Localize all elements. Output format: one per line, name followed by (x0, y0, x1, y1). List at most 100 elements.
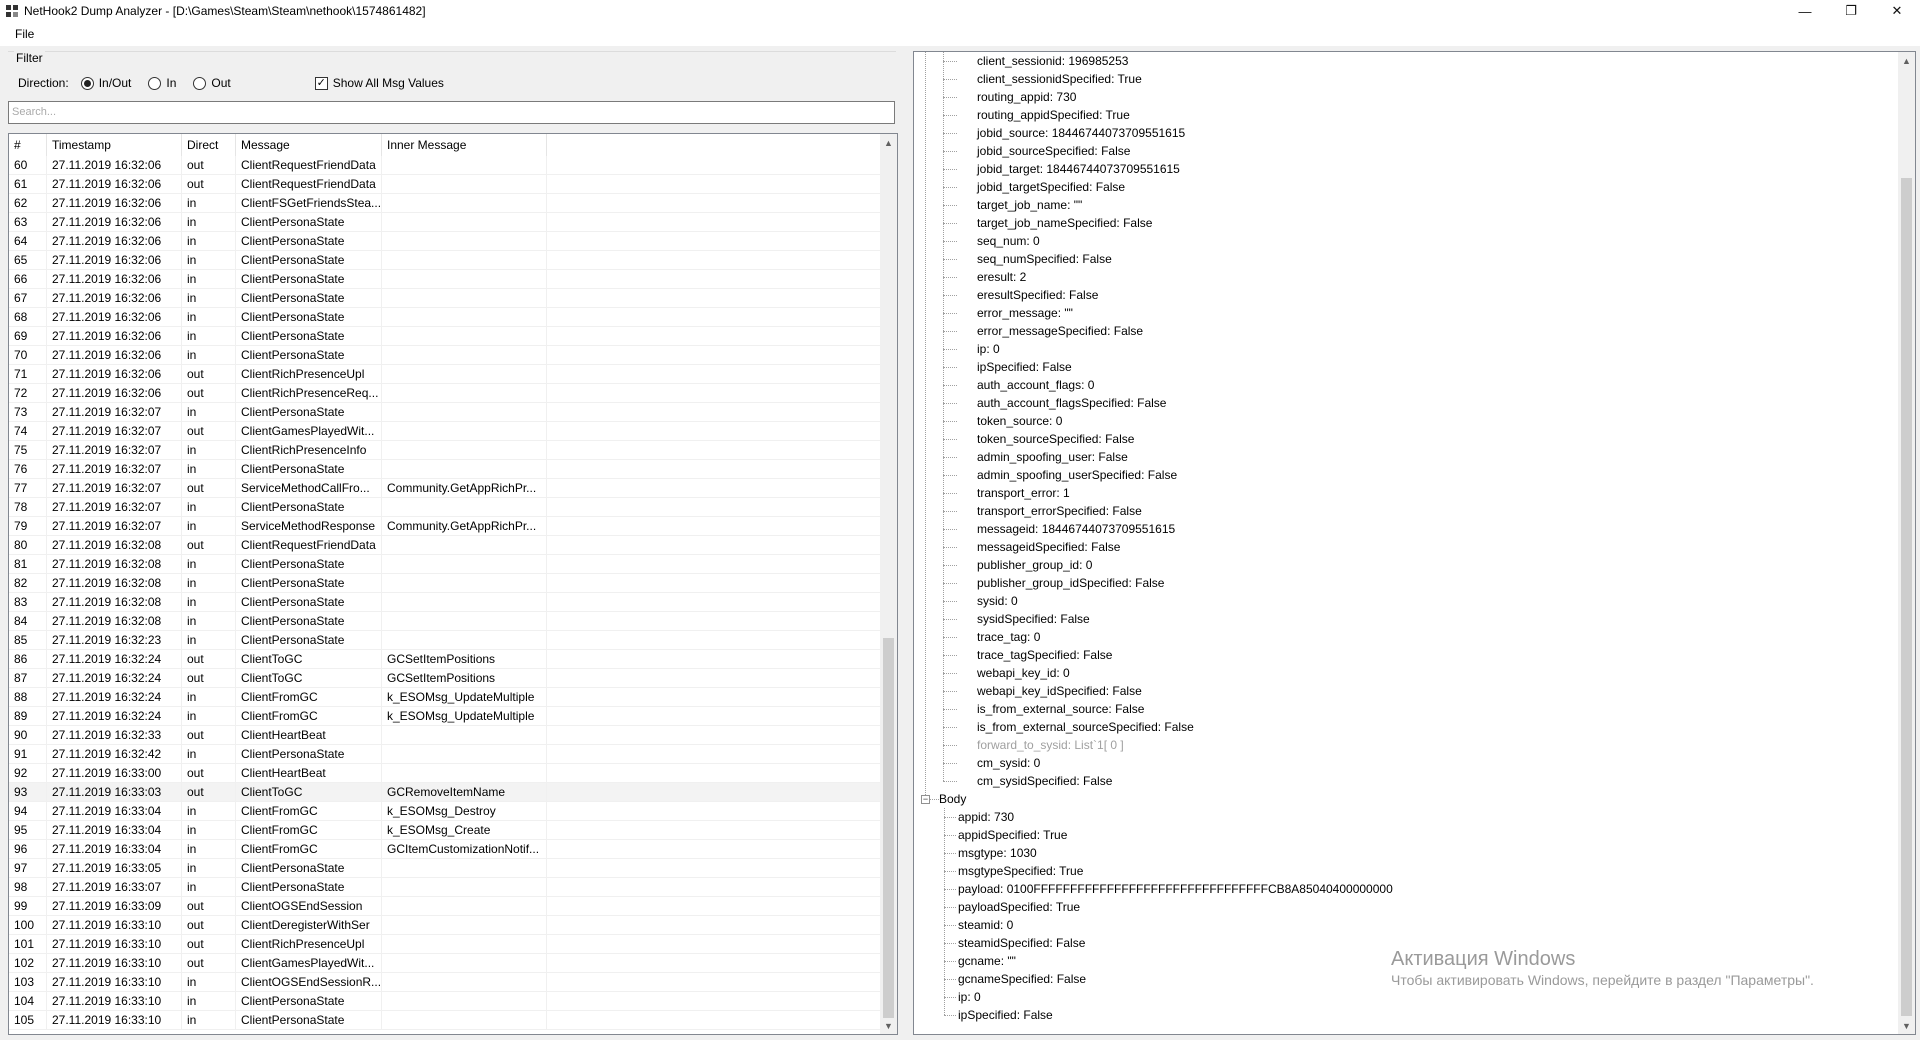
tree-node-header-field[interactable]: publisher_group_idSpecified: False (977, 574, 1164, 592)
tree-node-header-field[interactable]: messageidSpecified: False (977, 538, 1120, 556)
table-row[interactable]: 60 27.11.2019 16:32:06 out ClientRequestFri… (9, 156, 882, 175)
table-row[interactable]: 93 27.11.2019 16:33:03 out ClientToGC GCRemo… (9, 783, 882, 802)
tree-node-header-field[interactable]: auth_account_flags: 0 (977, 376, 1094, 394)
tree-node-body-field[interactable]: appidSpecified: True (958, 826, 1067, 844)
table-row[interactable]: 89 27.11.2019 16:32:24 in ClientFromGC k_ESO… (9, 707, 882, 726)
table-row[interactable]: 66 27.11.2019 16:32:06 in ClientPersonaStat… (9, 270, 882, 289)
column-header-number[interactable]: # (9, 134, 47, 156)
table-row[interactable]: 91 27.11.2019 16:32:42 in ClientPersonaStat… (9, 745, 882, 764)
table-row[interactable]: 98 27.11.2019 16:33:07 in ClientPersonaStat… (9, 878, 882, 897)
tree-node-header-field[interactable]: ipSpecified: False (977, 358, 1072, 376)
table-row[interactable]: 72 27.11.2019 16:32:06 out ClientRichPresen… (9, 384, 882, 403)
table-row[interactable]: 61 27.11.2019 16:32:06 out ClientRequestFri… (9, 175, 882, 194)
tree-node-header-field[interactable]: forward_to_sysid: List`1[ 0 ] (977, 736, 1124, 754)
table-row[interactable]: 82 27.11.2019 16:32:08 in ClientPersonaStat… (9, 574, 882, 593)
table-row[interactable]: 67 27.11.2019 16:32:06 in ClientPersonaStat… (9, 289, 882, 308)
table-row[interactable]: 95 27.11.2019 16:33:04 in ClientFromGC k_ESO… (9, 821, 882, 840)
table-row[interactable]: 78 27.11.2019 16:32:07 in ClientPersonaStat… (9, 498, 882, 517)
tree-node-body-field[interactable]: payloadSpecified: True (958, 898, 1080, 916)
tree-node-header-field[interactable]: trace_tag: 0 (977, 628, 1040, 646)
tree-node-header-field[interactable]: sysid: 0 (977, 592, 1018, 610)
tree-node-header-field[interactable]: jobid_target: 18446744073709551615 (977, 160, 1180, 178)
scroll-up-arrow-icon[interactable]: ▲ (880, 134, 897, 151)
tree-node-body-field[interactable]: msgtype: 1030 (958, 844, 1037, 862)
tree-node-header-field[interactable]: trace_tagSpecified: False (977, 646, 1112, 664)
tree-node-header-field[interactable]: client_sessionid: 196985253 (977, 52, 1128, 70)
table-row[interactable]: 92 27.11.2019 16:33:00 out ClientHeartBeat (9, 764, 882, 783)
column-header-timestamp[interactable]: Timestamp (47, 134, 182, 156)
table-row[interactable]: 63 27.11.2019 16:32:06 in ClientPersonaStat… (9, 213, 882, 232)
scroll-down-arrow-icon[interactable]: ▼ (1898, 1017, 1915, 1034)
table-row[interactable]: 104 27.11.2019 16:33:10 in ClientPersonaSta… (9, 992, 882, 1011)
table-row[interactable]: 71 27.11.2019 16:32:06 out ClientRichPresen… (9, 365, 882, 384)
tree-node-header-field[interactable]: admin_spoofing_user: False (977, 448, 1128, 466)
tree-node-body-field[interactable]: steamidSpecified: False (958, 934, 1085, 952)
direction-out-radio[interactable]: Out (193, 76, 231, 90)
column-header-inner-message[interactable]: Inner Message (382, 134, 547, 156)
tree-node-header-field[interactable]: is_from_external_source: False (977, 700, 1144, 718)
table-row[interactable]: 100 27.11.2019 16:33:10 out ClientDeregiste… (9, 916, 882, 935)
table-row[interactable]: 79 27.11.2019 16:32:07 in ServiceMethodResp… (9, 517, 882, 536)
table-row[interactable]: 83 27.11.2019 16:32:08 in ClientPersonaStat… (9, 593, 882, 612)
table-row[interactable]: 102 27.11.2019 16:33:10 out ClientGamesPlay… (9, 954, 882, 973)
table-row[interactable]: 105 27.11.2019 16:33:10 in ClientPersonaSta… (9, 1011, 882, 1030)
tree-node-header-field[interactable]: messageid: 18446744073709551615 (977, 520, 1175, 538)
table-row[interactable]: 74 27.11.2019 16:32:07 out ClientGamesPlaye… (9, 422, 882, 441)
tree-node-header-field[interactable]: routing_appidSpecified: True (977, 106, 1130, 124)
minimize-button[interactable]: — (1782, 0, 1828, 22)
tree-node-body[interactable]: Body (939, 790, 966, 808)
table-row[interactable]: 90 27.11.2019 16:32:33 out ClientHeartBeat (9, 726, 882, 745)
tree-node-header-field[interactable]: is_from_external_sourceSpecified: False (977, 718, 1194, 736)
tree-node-header-field[interactable]: ip: 0 (977, 340, 1000, 358)
tree-node-body-field[interactable]: payload: 0100FFFFFFFFFFFFFFFFFFFFFFFFFFF… (958, 880, 1393, 898)
tree-node-body-field[interactable]: gcnameSpecified: False (958, 970, 1086, 988)
table-row[interactable]: 101 27.11.2019 16:33:10 out ClientRichPrese… (9, 935, 882, 954)
table-row[interactable]: 96 27.11.2019 16:33:04 in ClientFromGC GCIte… (9, 840, 882, 859)
message-detail-tree[interactable]: client_sessionid: 196985253 client_sessio… (913, 51, 1916, 1035)
list-scrollbar[interactable]: ▲ ▼ (880, 134, 897, 1034)
table-row[interactable]: 86 27.11.2019 16:32:24 out ClientToGC GCSetI… (9, 650, 882, 669)
tree-node-header-field[interactable]: token_source: 0 (977, 412, 1062, 430)
direction-in-radio[interactable]: In (148, 76, 176, 90)
table-row[interactable]: 70 27.11.2019 16:32:06 in ClientPersonaStat… (9, 346, 882, 365)
tree-node-header-field[interactable]: cm_sysid: 0 (977, 754, 1040, 772)
tree-node-header-field[interactable]: seq_numSpecified: False (977, 250, 1112, 268)
table-row[interactable]: 69 27.11.2019 16:32:06 in ClientPersonaStat… (9, 327, 882, 346)
search-input[interactable]: Search... (8, 101, 895, 124)
scroll-down-arrow-icon[interactable]: ▼ (880, 1017, 897, 1034)
scroll-thumb[interactable] (1901, 178, 1912, 1016)
menu-file[interactable]: File (8, 27, 41, 41)
tree-node-header-field[interactable]: webapi_key_idSpecified: False (977, 682, 1142, 700)
tree-node-header-field[interactable]: target_job_name: "" (977, 196, 1082, 214)
tree-node-header-field[interactable]: cm_sysidSpecified: False (977, 772, 1112, 790)
tree-node-header-field[interactable]: webapi_key_id: 0 (977, 664, 1070, 682)
tree-node-header-field[interactable]: token_sourceSpecified: False (977, 430, 1134, 448)
scroll-thumb[interactable] (883, 638, 894, 1018)
tree-node-body-field[interactable]: msgtypeSpecified: True (958, 862, 1083, 880)
tree-node-header-field[interactable]: transport_error: 1 (977, 484, 1070, 502)
table-row[interactable]: 81 27.11.2019 16:32:08 in ClientPersonaStat… (9, 555, 882, 574)
tree-node-header-field[interactable]: routing_appid: 730 (977, 88, 1076, 106)
table-row[interactable]: 88 27.11.2019 16:32:24 in ClientFromGC k_ESO… (9, 688, 882, 707)
tree-node-header-field[interactable]: sysidSpecified: False (977, 610, 1090, 628)
tree-node-header-field[interactable]: error_messageSpecified: False (977, 322, 1143, 340)
table-row[interactable]: 94 27.11.2019 16:33:04 in ClientFromGC k_ESO… (9, 802, 882, 821)
tree-node-header-field[interactable]: publisher_group_id: 0 (977, 556, 1092, 574)
tree-node-header-field[interactable]: target_job_nameSpecified: False (977, 214, 1152, 232)
tree-node-header-field[interactable]: eresult: 2 (977, 268, 1026, 286)
close-button[interactable]: ✕ (1874, 0, 1920, 22)
table-row[interactable]: 73 27.11.2019 16:32:07 in ClientPersonaStat… (9, 403, 882, 422)
tree-scrollbar[interactable]: ▲ ▼ (1898, 52, 1915, 1034)
table-row[interactable]: 84 27.11.2019 16:32:08 in ClientPersonaStat… (9, 612, 882, 631)
direction-inout-radio[interactable]: In/Out (80, 76, 131, 90)
tree-node-header-field[interactable]: error_message: "" (977, 304, 1073, 322)
message-list[interactable]: # Timestamp Direct Message Inner Message… (8, 133, 898, 1035)
table-row[interactable]: 77 27.11.2019 16:32:07 out ServiceMethodCal… (9, 479, 882, 498)
tree-node-header-field[interactable]: eresultSpecified: False (977, 286, 1098, 304)
tree-node-body-field[interactable]: gcname: "" (958, 952, 1016, 970)
table-row[interactable]: 80 27.11.2019 16:32:08 out ClientRequestFri… (9, 536, 882, 555)
table-row[interactable]: 64 27.11.2019 16:32:06 in ClientPersonaStat… (9, 232, 882, 251)
tree-node-header-field[interactable]: admin_spoofing_userSpecified: False (977, 466, 1177, 484)
tree-node-header-field[interactable]: jobid_source: 18446744073709551615 (977, 124, 1185, 142)
table-row[interactable]: 97 27.11.2019 16:33:05 in ClientPersonaStat… (9, 859, 882, 878)
